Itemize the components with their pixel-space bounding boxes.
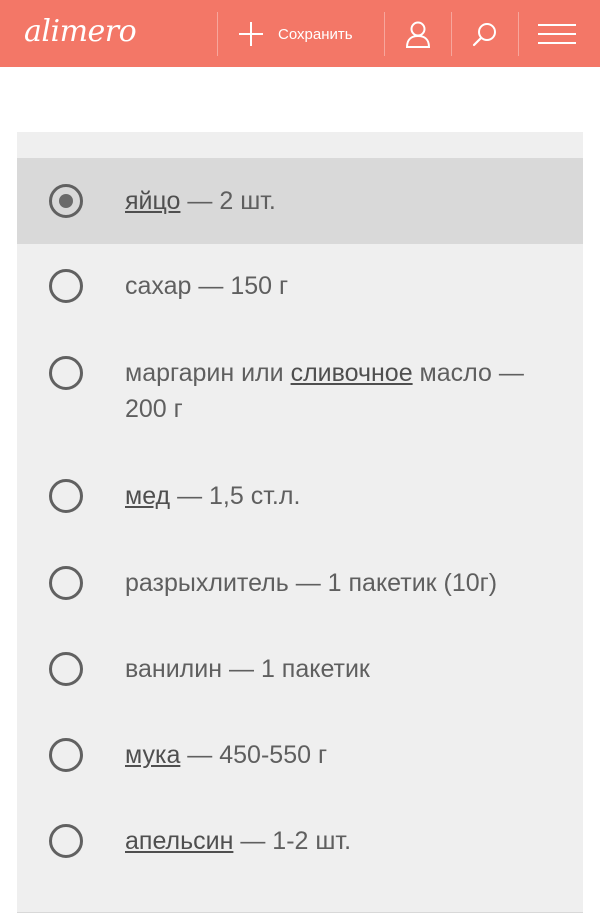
ingredient-link[interactable]: апельсин <box>125 827 233 855</box>
divider <box>217 12 218 56</box>
ingredients-list: яйцо — 2 шт. сахар — 150 г маргарин или … <box>17 132 583 913</box>
search-button[interactable] <box>452 12 518 56</box>
site-logo[interactable]: alimero <box>24 14 137 49</box>
ingredient-text: маргарин или сливочное масло — 200 г <box>125 359 524 423</box>
search-icon <box>472 23 496 47</box>
user-icon <box>405 21 431 48</box>
ingredient-item[interactable]: мука — 450-550 г <box>17 712 583 798</box>
ingredient-text: мука — 450-550 г <box>125 741 328 769</box>
radio-icon[interactable] <box>49 269 83 303</box>
ingredient-link[interactable]: сливочное <box>291 359 413 387</box>
ingredient-item[interactable]: разрыхлитель — 1 пакетик (10г) <box>17 540 583 626</box>
ingredient-item[interactable]: яйцо — 2 шт. <box>17 158 583 244</box>
radio-icon[interactable] <box>49 738 83 772</box>
ingredient-text: разрыхлитель — 1 пакетик (10г) <box>125 569 498 597</box>
plus-icon <box>239 22 263 46</box>
ingredient-text: ванилин — 1 пакетик <box>125 655 370 683</box>
radio-icon[interactable] <box>49 824 83 858</box>
menu-button[interactable] <box>522 12 592 56</box>
ingredient-text: яйцо — 2 шт. <box>125 187 276 215</box>
ingredient-item[interactable]: маргарин или сливочное масло — 200 г <box>17 330 583 454</box>
ingredient-item[interactable]: ванилин — 1 пакетик <box>17 626 583 712</box>
divider <box>518 12 519 56</box>
ingredient-item[interactable]: апельсин — 1-2 шт. <box>17 798 583 884</box>
ingredient-item[interactable]: мед — 1,5 ст.л. <box>17 454 583 540</box>
ingredient-text: мед — 1,5 ст.л. <box>125 482 301 510</box>
top-navigation-bar: alimero Сохранить <box>0 0 600 67</box>
radio-icon[interactable] <box>49 356 83 390</box>
radio-icon[interactable] <box>49 566 83 600</box>
ingredient-text: сахар — 150 г <box>125 272 289 300</box>
menu-icon <box>538 24 576 44</box>
ingredient-link[interactable]: мука <box>125 741 180 769</box>
profile-button[interactable] <box>385 12 451 56</box>
ingredient-text: апельсин — 1-2 шт. <box>125 827 352 855</box>
ingredient-link[interactable]: мед <box>125 482 170 510</box>
ingredient-link[interactable]: яйцо <box>125 187 180 215</box>
radio-icon[interactable] <box>49 652 83 686</box>
radio-selected-icon[interactable] <box>49 184 83 218</box>
radio-icon[interactable] <box>49 479 83 513</box>
ingredient-item[interactable]: сахар — 150 г <box>17 244 583 330</box>
save-button[interactable]: Сохранить <box>224 12 384 56</box>
save-button-label: Сохранить <box>278 25 353 43</box>
